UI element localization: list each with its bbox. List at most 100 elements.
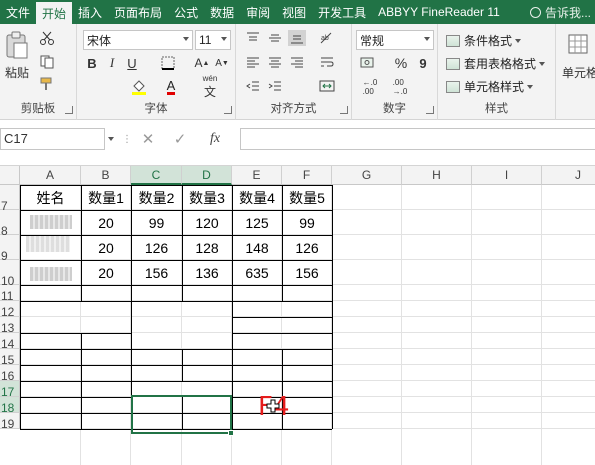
- data-cell[interactable]: 156: [282, 260, 332, 285]
- align-middle-icon[interactable]: [266, 30, 284, 46]
- header-cell[interactable]: 数量3: [182, 185, 232, 210]
- align-bottom-icon[interactable]: [288, 30, 306, 46]
- column-header-a[interactable]: A: [20, 166, 81, 185]
- tab-home[interactable]: 开始: [36, 2, 73, 24]
- tab-formulas[interactable]: 公式: [168, 0, 204, 24]
- tab-review[interactable]: 审阅: [240, 0, 276, 24]
- fill-handle[interactable]: [228, 430, 234, 436]
- column-header-c[interactable]: C: [131, 166, 182, 185]
- header-cell[interactable]: 姓名: [20, 185, 81, 210]
- column-header-d[interactable]: D: [182, 166, 232, 185]
- format-painter-icon[interactable]: [38, 76, 58, 92]
- tab-file[interactable]: 文件: [0, 0, 36, 24]
- phonetic-icon[interactable]: wén 文: [197, 74, 223, 99]
- font-color-icon[interactable]: A: [159, 78, 183, 96]
- column-header-h[interactable]: H: [402, 166, 472, 185]
- row-header-16[interactable]: 16: [0, 365, 20, 383]
- font-launcher-icon[interactable]: [224, 106, 232, 114]
- row-header-13[interactable]: 13: [0, 317, 20, 335]
- align-left-icon[interactable]: [244, 54, 262, 70]
- row-header-17[interactable]: 17: [0, 381, 20, 399]
- cancel-icon[interactable]: ✕: [140, 129, 156, 149]
- row-header-14[interactable]: 14: [0, 333, 20, 351]
- align-center-icon[interactable]: [266, 54, 284, 70]
- clipboard-launcher-icon[interactable]: [65, 106, 73, 114]
- row-header-15[interactable]: 15: [0, 349, 20, 367]
- tab-page-layout[interactable]: 页面布局: [108, 0, 168, 24]
- data-cell[interactable]: 148: [232, 235, 282, 260]
- increase-indent-icon[interactable]: [266, 78, 284, 94]
- row-header-10[interactable]: 10: [0, 260, 20, 288]
- header-cell[interactable]: 数量4: [232, 185, 282, 210]
- row-header-7[interactable]: 7: [0, 185, 20, 213]
- column-header-e[interactable]: E: [232, 166, 282, 185]
- tab-abbyy[interactable]: ABBYY FineReader 11: [372, 0, 506, 24]
- column-header-g[interactable]: G: [332, 166, 402, 185]
- data-cell[interactable]: 136: [182, 260, 232, 285]
- decrease-indent-icon[interactable]: [244, 78, 262, 94]
- paste-button[interactable]: 粘贴: [4, 64, 30, 80]
- fill-color-icon[interactable]: [127, 78, 151, 96]
- orientation-icon[interactable]: ab: [316, 30, 338, 46]
- cells-button[interactable]: 单元格: [562, 64, 595, 80]
- decrease-font-icon[interactable]: A ▼: [213, 54, 231, 72]
- percent-style-icon[interactable]: %: [392, 54, 410, 72]
- header-cell[interactable]: 数量1: [81, 185, 131, 210]
- enter-icon[interactable]: ✓: [172, 129, 188, 149]
- comma-style-icon[interactable]: 9: [414, 54, 432, 72]
- insert-cells-icon[interactable]: [566, 32, 590, 56]
- conditional-formatting-button[interactable]: 条件格式: [446, 32, 522, 49]
- data-cell[interactable]: 20: [81, 260, 131, 285]
- row-header-19[interactable]: 19: [0, 413, 20, 431]
- row-header-8[interactable]: 8: [0, 210, 20, 238]
- tab-insert[interactable]: 插入: [72, 0, 108, 24]
- number-format-select[interactable]: 常规: [356, 30, 434, 50]
- row-header-11[interactable]: 11: [0, 285, 20, 303]
- italic-icon[interactable]: I: [103, 54, 121, 72]
- worksheet-grid[interactable]: ABCDEFGHIJ 7 8 9 10 11 12 13 14 15 16 17 18 19 姓名 数量1…: [0, 166, 595, 465]
- data-cell[interactable]: 126: [131, 235, 182, 260]
- header-cell[interactable]: 数量5: [282, 185, 332, 210]
- name-box[interactable]: C17: [0, 128, 105, 150]
- row-header-12[interactable]: 12: [0, 301, 20, 319]
- font-size-select[interactable]: 11: [195, 30, 231, 50]
- tab-data[interactable]: 数据: [204, 0, 240, 24]
- align-top-icon[interactable]: [244, 30, 262, 46]
- decrease-decimal-icon[interactable]: .00 →.0: [388, 78, 412, 96]
- data-cell[interactable]: 20: [81, 235, 131, 260]
- data-cell[interactable]: 156: [131, 260, 182, 285]
- column-header-j[interactable]: J: [542, 166, 595, 185]
- copy-icon[interactable]: [38, 54, 58, 70]
- increase-font-icon[interactable]: A ▲: [193, 54, 211, 72]
- increase-decimal-icon[interactable]: ←.0.00: [358, 78, 382, 96]
- row-header-18[interactable]: 18: [0, 397, 20, 415]
- select-all-corner[interactable]: [0, 166, 20, 185]
- data-cell[interactable]: 20: [81, 210, 131, 235]
- insert-function-icon[interactable]: fx: [204, 129, 226, 149]
- header-cell[interactable]: 数量2: [131, 185, 182, 210]
- bold-icon[interactable]: B: [83, 54, 101, 72]
- accounting-format-icon[interactable]: [356, 54, 382, 72]
- align-right-icon[interactable]: [288, 54, 306, 70]
- row-header-9[interactable]: 9: [0, 235, 20, 263]
- wrap-text-icon[interactable]: [316, 54, 338, 70]
- alignment-launcher-icon[interactable]: [340, 106, 348, 114]
- paste-icon[interactable]: [4, 30, 30, 60]
- cell-styles-button[interactable]: 单元格样式: [446, 78, 534, 95]
- data-cell[interactable]: 120: [182, 210, 232, 235]
- cut-icon[interactable]: [38, 30, 56, 46]
- formula-input[interactable]: [240, 128, 595, 150]
- tab-view[interactable]: 视图: [276, 0, 312, 24]
- column-header-f[interactable]: F: [282, 166, 332, 185]
- merge-center-icon[interactable]: [316, 78, 338, 94]
- border-icon[interactable]: [155, 54, 181, 72]
- format-as-table-button[interactable]: 套用表格格式: [446, 55, 546, 72]
- column-header-b[interactable]: B: [81, 166, 131, 185]
- data-cell[interactable]: 99: [131, 210, 182, 235]
- data-cell[interactable]: 125: [232, 210, 282, 235]
- data-cell[interactable]: 128: [182, 235, 232, 260]
- column-header-i[interactable]: I: [472, 166, 542, 185]
- data-cell[interactable]: 635: [232, 260, 282, 285]
- name-box-dropdown-icon[interactable]: [106, 132, 116, 146]
- font-name-select[interactable]: 宋体: [83, 30, 193, 50]
